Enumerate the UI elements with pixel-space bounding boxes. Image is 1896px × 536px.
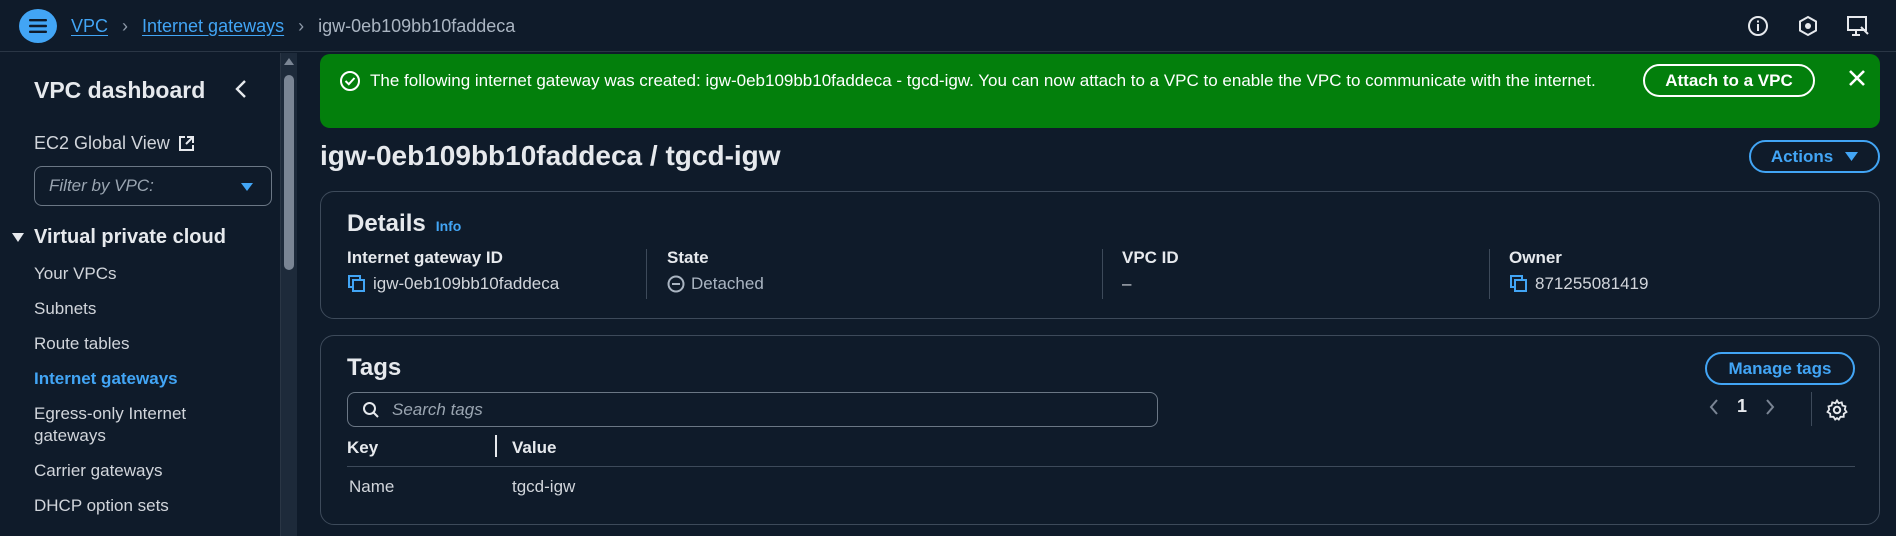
page-title: igw-0eb109bb10faddeca / tgcd-igw bbox=[320, 140, 781, 171]
field-label: VPC ID bbox=[1122, 248, 1179, 267]
tag-value-cell: tgcd-igw bbox=[512, 477, 576, 496]
chevron-right-icon[interactable] bbox=[1765, 398, 1775, 416]
sidebar-item-carrier-gateways[interactable]: Carrier gateways bbox=[34, 460, 254, 482]
scroll-up-arrow-icon[interactable] bbox=[284, 57, 294, 65]
success-flash-banner: The following internet gateway was creat… bbox=[320, 54, 1880, 128]
actions-dropdown-button[interactable]: Actions bbox=[1749, 140, 1880, 173]
field-value: – bbox=[1122, 274, 1179, 294]
top-icon-group bbox=[1746, 14, 1870, 38]
filter-by-vpc-placeholder: Filter by VPC: bbox=[49, 176, 154, 195]
details-panel: Details Info Internet gateway ID igw-0eb… bbox=[320, 191, 1880, 319]
field-state: State Detached bbox=[667, 248, 764, 302]
status-stopped-icon bbox=[667, 275, 685, 293]
pagination: 1 bbox=[1709, 396, 1775, 417]
security-shield-icon[interactable] bbox=[1796, 14, 1820, 38]
caret-down-icon bbox=[241, 183, 253, 191]
breadcrumb-vpc-link[interactable]: VPC bbox=[71, 16, 108, 37]
column-header-key[interactable]: Key bbox=[347, 438, 378, 458]
field-label: State bbox=[667, 248, 709, 267]
field-vpc-id: VPC ID – bbox=[1122, 248, 1179, 302]
actions-label: Actions bbox=[1770, 146, 1834, 166]
hamburger-menu-button[interactable] bbox=[19, 9, 57, 43]
flash-message: The following internet gateway was creat… bbox=[370, 71, 1596, 90]
breadcrumb-current: igw-0eb109bb10faddeca bbox=[318, 15, 516, 36]
feedback-monitor-icon[interactable] bbox=[1846, 14, 1870, 38]
field-owner: Owner 871255081419 bbox=[1509, 248, 1648, 302]
close-icon[interactable] bbox=[1847, 68, 1867, 88]
ec2-global-view-label: EC2 Global View bbox=[34, 133, 170, 153]
scrollbar-thumb[interactable] bbox=[284, 75, 294, 270]
tags-title: Tags bbox=[347, 354, 402, 381]
current-page-number[interactable]: 1 bbox=[1737, 396, 1747, 417]
attach-to-vpc-button[interactable]: Attach to a VPC bbox=[1643, 64, 1815, 97]
copy-icon[interactable] bbox=[1509, 274, 1529, 294]
sidebar-item-route-tables[interactable]: Route tables bbox=[34, 333, 254, 355]
chevron-right-icon: › bbox=[298, 15, 305, 36]
internet-gateway-id-value: igw-0eb109bb10faddeca bbox=[373, 274, 560, 293]
vpc-id-value: – bbox=[1122, 274, 1132, 293]
field-value: igw-0eb109bb10faddeca bbox=[347, 274, 559, 294]
column-divider bbox=[1489, 249, 1490, 299]
tags-panel: Tags Manage tags Search tags 1 Key Value… bbox=[320, 335, 1880, 525]
details-info-link[interactable]: Info bbox=[436, 218, 462, 234]
table-header-divider bbox=[347, 466, 1855, 467]
field-label: Owner bbox=[1509, 248, 1562, 267]
chevron-right-icon: › bbox=[122, 15, 129, 36]
column-divider bbox=[646, 249, 647, 299]
manage-tags-button[interactable]: Manage tags bbox=[1705, 352, 1855, 385]
search-icon bbox=[363, 401, 379, 418]
filter-by-vpc-select[interactable]: Filter by VPC: bbox=[34, 166, 272, 206]
sidebar-item-your-vpcs[interactable]: Your VPCs bbox=[34, 263, 254, 285]
tag-key-cell: Name bbox=[349, 477, 395, 496]
sidebar-section-virtual-private-cloud[interactable]: Virtual private cloud bbox=[12, 226, 226, 249]
sidebar-item-internet-gateways[interactable]: Internet gateways bbox=[34, 368, 254, 390]
sidebar-nav-list: Your VPCs Subnets Route tables Internet … bbox=[34, 263, 254, 530]
tags-heading: Tags bbox=[347, 354, 401, 382]
pagination-divider bbox=[1811, 392, 1812, 426]
collapse-sidebar-chevron-left-icon[interactable] bbox=[234, 78, 248, 105]
field-value: 871255081419 bbox=[1509, 274, 1648, 294]
column-header-value[interactable]: Value bbox=[512, 438, 556, 458]
state-value: Detached bbox=[691, 274, 764, 293]
field-label: Internet gateway ID bbox=[347, 248, 503, 267]
sidebar-section-label: Virtual private cloud bbox=[34, 226, 226, 248]
caret-down-icon bbox=[12, 232, 24, 242]
sidebar-title: VPC dashboard bbox=[34, 77, 206, 103]
sidebar-item-dhcp-option-sets[interactable]: DHCP option sets bbox=[34, 495, 254, 517]
column-divider bbox=[1102, 249, 1103, 299]
sidebar-scrollbar[interactable] bbox=[281, 53, 297, 536]
chevron-left-icon[interactable] bbox=[1709, 398, 1719, 416]
breadcrumb: VPC › Internet gateways › igw-0eb109bb10… bbox=[71, 0, 515, 52]
menu-icon bbox=[29, 19, 47, 33]
search-tags-input[interactable]: Search tags bbox=[347, 392, 1158, 427]
ec2-global-view-link[interactable]: EC2 Global View bbox=[34, 133, 195, 154]
search-tags-placeholder: Search tags bbox=[392, 399, 483, 419]
sidebar-item-subnets[interactable]: Subnets bbox=[34, 298, 254, 320]
breadcrumb-internet-gateways-link[interactable]: Internet gateways bbox=[142, 16, 284, 37]
column-resize-handle[interactable] bbox=[495, 435, 497, 457]
field-internet-gateway-id: Internet gateway ID igw-0eb109bb10faddec… bbox=[347, 248, 559, 302]
info-icon[interactable] bbox=[1746, 14, 1770, 38]
settings-gear-icon[interactable] bbox=[1826, 399, 1848, 421]
copy-icon[interactable] bbox=[347, 274, 367, 294]
external-link-icon bbox=[178, 136, 194, 151]
details-heading: Details Info bbox=[347, 210, 461, 238]
details-title: Details bbox=[347, 210, 426, 237]
owner-value: 871255081419 bbox=[1535, 274, 1649, 293]
field-value: Detached bbox=[667, 274, 764, 294]
success-check-icon bbox=[340, 71, 360, 91]
sidebar: VPC dashboard EC2 Global View Filter by … bbox=[0, 53, 281, 536]
sidebar-item-egress-only-internet-gateways[interactable]: Egress-only Internet gateways bbox=[34, 403, 204, 447]
caret-down-icon bbox=[1845, 151, 1859, 161]
top-navigation-bar: VPC › Internet gateways › igw-0eb109bb10… bbox=[0, 0, 1896, 52]
